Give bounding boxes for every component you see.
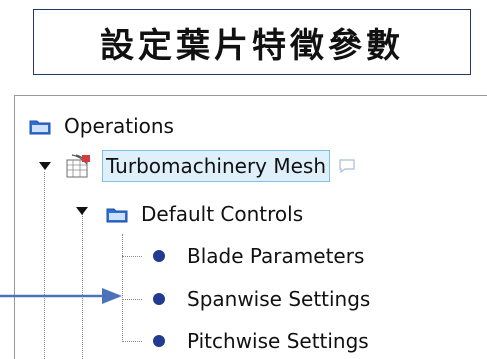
pointer-arrow-icon	[0, 288, 122, 304]
bullet-icon	[153, 250, 165, 262]
page-title: 設定葉片特徵參數	[100, 25, 404, 66]
tree-item-label: Spanwise Settings	[187, 287, 371, 311]
tree-item-label: Pitchwise Settings	[187, 329, 369, 353]
tree-panel: Operations Turbomachinery Mesh Default C…	[14, 95, 487, 359]
tree-item-pitchwise-settings[interactable]: Pitchwise Settings	[153, 326, 369, 356]
tree-item-spanwise-settings[interactable]: Spanwise Settings	[153, 284, 370, 314]
expand-arrow-icon[interactable]	[76, 207, 88, 215]
mesh-icon	[66, 154, 90, 178]
tree-item-turbomachinery-mesh[interactable]: Turbomachinery Mesh	[66, 150, 356, 182]
comment-icon[interactable]	[338, 158, 356, 174]
tree-item-default-controls[interactable]: Default Controls	[106, 199, 303, 229]
tree-item-label: Operations	[64, 114, 174, 138]
tree-guide-line	[122, 299, 142, 300]
tree-item-label: Turbomachinery Mesh	[102, 150, 331, 182]
title-box: 設定葉片特徵參數	[33, 9, 471, 75]
tree-item-blade-parameters[interactable]: Blade Parameters	[153, 241, 364, 271]
tree-item-label: Default Controls	[141, 202, 304, 226]
folder-icon	[29, 120, 51, 134]
tree-item-operations[interactable]: Operations	[29, 111, 174, 141]
bullet-icon	[153, 293, 165, 305]
folder-icon	[106, 208, 128, 222]
bullet-icon	[153, 335, 165, 347]
tree-guide-line	[122, 256, 142, 257]
expand-arrow-icon[interactable]	[39, 162, 51, 170]
tree-item-label: Blade Parameters	[187, 244, 365, 268]
tree-guide-line	[122, 341, 142, 342]
tree-guide-line	[44, 172, 45, 359]
